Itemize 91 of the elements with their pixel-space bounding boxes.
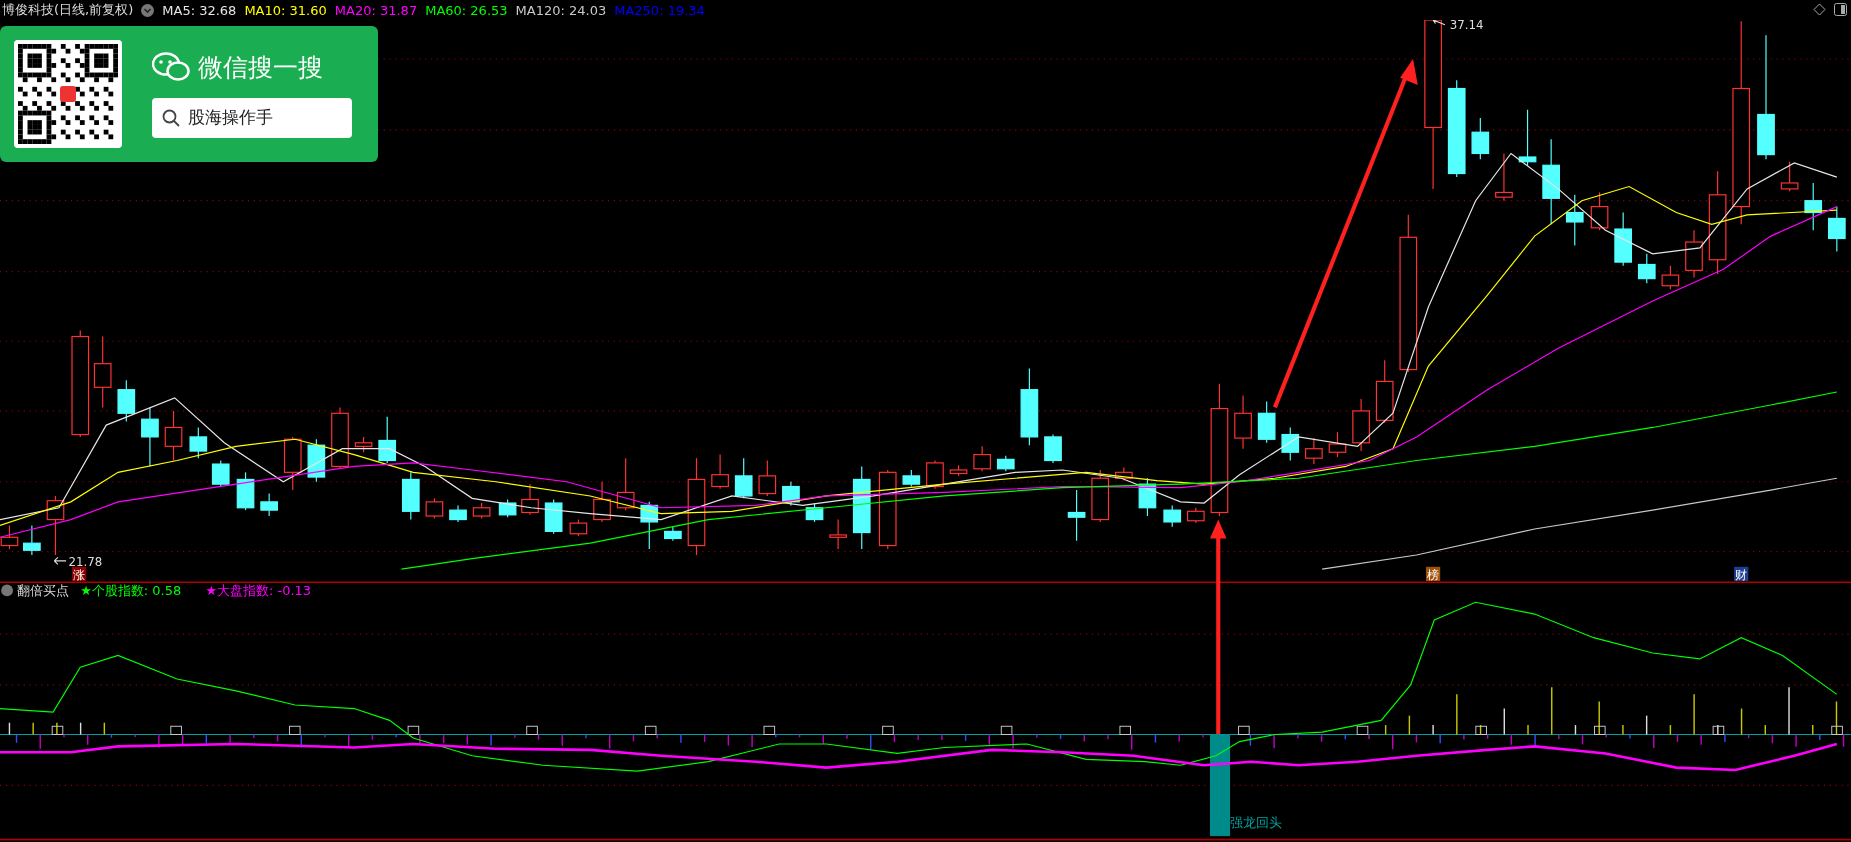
- candlestick: [734, 457, 753, 499]
- event-badge[interactable]: 榜: [1426, 566, 1441, 582]
- candlestick: [1804, 182, 1823, 231]
- signal-label: 强龙回头: [1230, 814, 1283, 830]
- pointer-arrow-icon: [1432, 20, 1446, 26]
- dropdown-icon[interactable]: [1, 584, 13, 597]
- candlestick: [1590, 191, 1609, 231]
- candlestick: [23, 524, 41, 556]
- ma-legend-label: MA10: 31.60: [244, 2, 327, 18]
- qr-code-icon: [14, 40, 122, 148]
- event-badge[interactable]: 财: [1734, 566, 1749, 582]
- ma-legend-label: MA120: 24.03: [515, 2, 607, 18]
- candlestick: [117, 379, 136, 423]
- dropdown-icon[interactable]: [141, 3, 155, 17]
- ad-card[interactable]: 微信搜一搜 股海操作手: [0, 26, 378, 162]
- candlestick: [1661, 265, 1680, 290]
- candlestick: [1685, 229, 1703, 279]
- ma-legend-label: MA250: 19.34: [614, 2, 705, 18]
- indicator-title: 翻倍买点: [16, 583, 69, 599]
- candlestick: [236, 471, 255, 511]
- candlestick: [425, 497, 444, 519]
- diamond-icon[interactable]: [1813, 3, 1826, 16]
- candlestick: [782, 481, 800, 506]
- candlestick: [1234, 395, 1252, 450]
- candlestick: [1138, 477, 1157, 517]
- candlestick: [926, 459, 944, 490]
- candlestick: [1780, 161, 1799, 192]
- candlestick: [1352, 398, 1370, 452]
- candlestick: [472, 502, 491, 519]
- candlestick: [46, 495, 65, 556]
- search-icon: [162, 108, 180, 127]
- candlestick: [1328, 431, 1347, 458]
- candlestick: [1471, 117, 1490, 160]
- high-price-label: 37.14: [1449, 20, 1484, 33]
- candlestick: [949, 464, 968, 477]
- candlestick: [1828, 206, 1846, 253]
- candlestick: [1614, 211, 1632, 267]
- candlestick: [640, 501, 659, 550]
- candlestick: [189, 426, 208, 459]
- candlestick: [1044, 433, 1062, 464]
- candlestick: [521, 483, 539, 516]
- candlestick: [1067, 489, 1086, 542]
- candlestick: [1114, 467, 1133, 482]
- panel-toggle-icon[interactable]: [1834, 3, 1847, 16]
- candlestick: [973, 445, 991, 472]
- indicator-legend-label: ★大盘指数: -0.13: [205, 583, 312, 599]
- candlestick: [449, 504, 467, 523]
- candlestick: [1495, 152, 1513, 202]
- candlestick: [307, 438, 326, 483]
- candlestick: [1091, 469, 1110, 523]
- indicator-legend-label: ★个股指数: 0.58: [80, 583, 182, 599]
- candlestick: [164, 410, 183, 462]
- candlestick: [711, 454, 729, 490]
- candlestick: [1187, 507, 1205, 524]
- candlestick: [141, 406, 159, 467]
- candlestick: [664, 526, 682, 542]
- candlestick: [1305, 437, 1323, 465]
- candlestick: [902, 469, 921, 488]
- ma-legend-label: MA60: 26.53: [425, 2, 508, 18]
- ma-legend-label: MA5: 32.68: [162, 2, 237, 18]
- candlestick: [805, 502, 824, 523]
- candlestick: [1163, 504, 1182, 528]
- card-title: 微信搜一搜: [198, 51, 323, 84]
- candlestick: [544, 498, 563, 535]
- event-badge[interactable]: 涨: [72, 566, 87, 582]
- candlestick: [331, 406, 349, 470]
- candlestick: [1281, 426, 1300, 462]
- candlestick: [354, 436, 373, 453]
- chat-bubbles-icon: [152, 52, 190, 82]
- pointer-arrow-icon: [53, 556, 67, 566]
- candlestick: [758, 459, 777, 497]
- candlestick: [996, 455, 1015, 472]
- candlestick: [401, 471, 420, 521]
- low-price-label: 21.78: [68, 554, 103, 569]
- ma-legend-label: MA20: 31.87: [334, 2, 418, 18]
- candlestick: [829, 519, 847, 550]
- candlestick: [498, 498, 517, 518]
- candlestick: [211, 459, 230, 488]
- candlestick: [1565, 194, 1584, 247]
- candlestick: [1637, 253, 1656, 284]
- candlestick: [260, 493, 278, 517]
- stock-title: 博俊科技(日线,前复权): [2, 1, 134, 19]
- search-field[interactable]: 股海操作手: [152, 97, 352, 138]
- candlestick: [569, 519, 588, 537]
- candlestick: [1375, 359, 1394, 424]
- candlestick: [1518, 109, 1537, 166]
- candlestick: [283, 436, 302, 491]
- candlestick: [616, 457, 635, 511]
- candlestick: [1257, 400, 1276, 444]
- candlestick: [378, 416, 397, 464]
- candlestick: [593, 481, 611, 523]
